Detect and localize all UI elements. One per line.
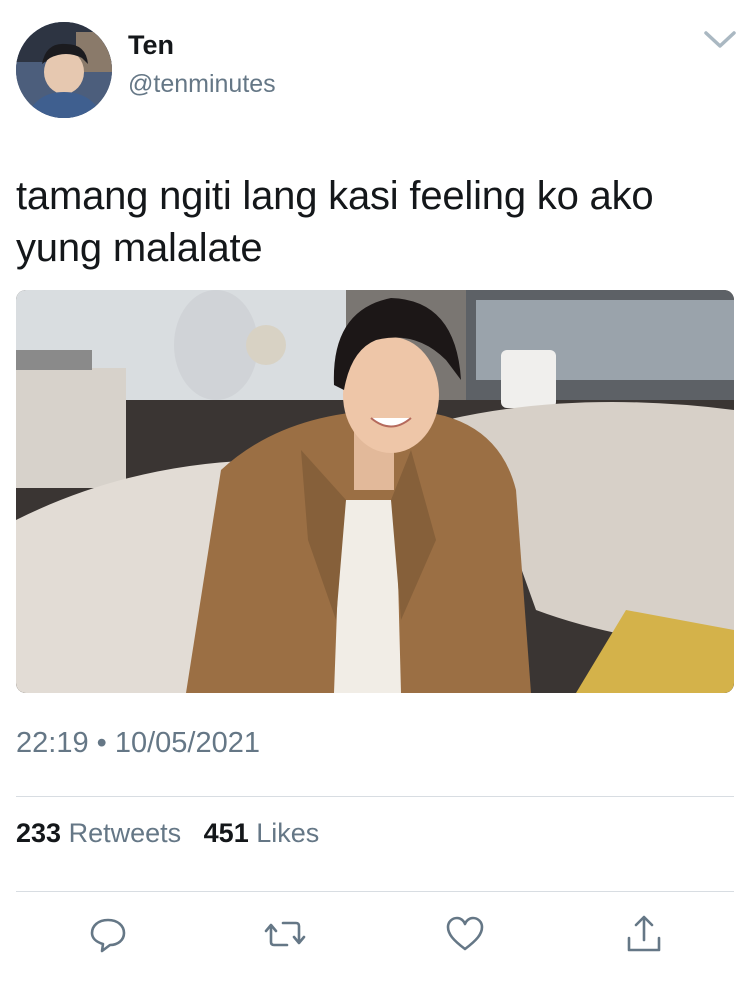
likes-count[interactable]: 451 [204, 818, 249, 848]
retweets-count[interactable]: 233 [16, 818, 61, 848]
tweet-text: tamang ngiti lang kasi feeling ko ako yu… [16, 174, 654, 270]
divider [16, 796, 734, 797]
chevron-down-icon[interactable] [700, 24, 740, 56]
likes-label[interactable]: Likes [256, 818, 319, 848]
avatar[interactable] [16, 22, 112, 118]
heart-icon[interactable] [443, 912, 487, 956]
tweet-timestamp[interactable]: 22:19 • 10/05/2021 [16, 727, 260, 760]
retweet-icon[interactable] [263, 912, 307, 956]
retweets-label[interactable]: Retweets [69, 818, 182, 848]
divider [16, 891, 734, 892]
avatar-image [16, 22, 112, 118]
username-handle[interactable]: @tenminutes [128, 70, 276, 99]
reply-icon[interactable] [86, 912, 130, 956]
engagement-stats: 233 Retweets 451 Likes [16, 818, 319, 849]
display-name[interactable]: Ten [128, 30, 174, 61]
action-bar [0, 912, 750, 962]
tweet-photo[interactable] [16, 290, 734, 693]
photo-illustration [16, 290, 734, 693]
share-icon[interactable] [622, 912, 666, 956]
